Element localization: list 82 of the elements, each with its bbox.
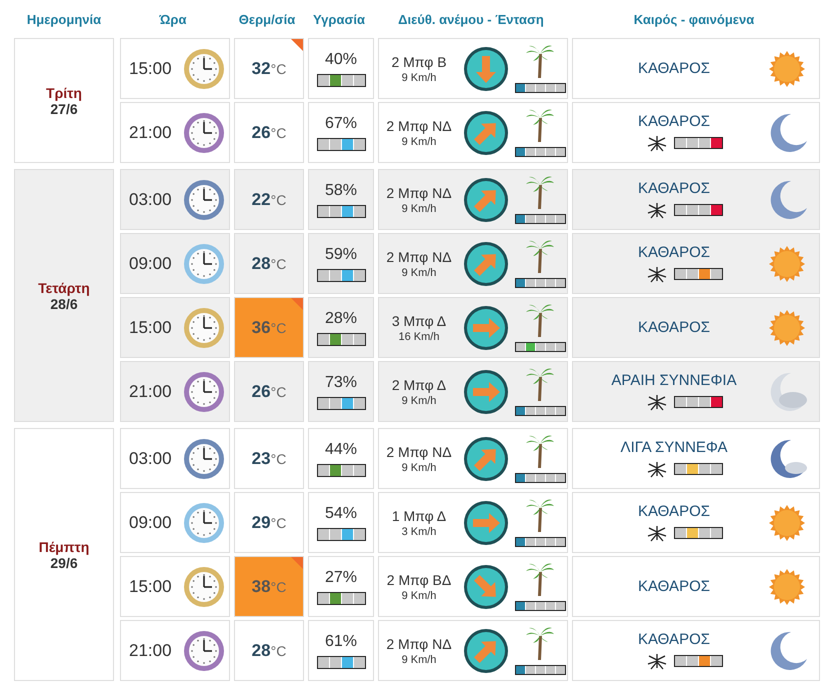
date-text: 29/6 [50,554,78,570]
time-text: 15:00 [129,58,172,78]
temperature-text: 29°C [252,512,286,532]
temperature-text: 26°C [252,122,286,142]
day-name: Τετάρτη [38,280,90,296]
weather-text: ΚΑΘΑΡΟΣ [638,631,710,648]
wind-force-text: 2 Μπφ ΝΔ [386,444,452,460]
weather-text: ΛΙΓΑ ΣΥΝΝΕΦΑ [620,439,728,456]
time-text: 09:00 [129,254,172,274]
wind-speed-text: 9 Km/h [402,72,436,84]
weather-text: ΚΑΘΑΡΟΣ [638,578,710,595]
time-text: 03:00 [129,448,172,468]
wind-force-text: 2 Μπφ ΝΔ [386,118,452,134]
time-text: 15:00 [129,318,172,338]
time-text: 15:00 [129,576,172,596]
palm-tree-icon [525,498,555,532]
wind-speed-text: 9 Km/h [402,136,436,148]
wind-force-text: 2 Μπφ ΝΔ [386,248,452,264]
humidity-text: 67% [324,114,358,132]
temperature-text: 28°C [252,254,286,274]
weather-text: ΚΑΘΑΡΟΣ [638,319,710,336]
day-name: Τρίτη [46,84,82,100]
day-name: Πέμπτη [38,538,90,554]
weather-text: ΚΑΘΑΡΟΣ [638,180,710,197]
palm-tree-icon [525,239,555,273]
date-text: 27/6 [50,100,78,116]
temperature-text: 26°C [252,382,286,402]
palm-tree-icon [525,44,555,78]
humidity-text: 44% [324,440,358,458]
weather-text: ΑΡΑΙΗ ΣΥΝΝΕΦΙΑ [611,372,737,389]
palm-tree-icon [525,367,555,401]
wind-force-text: 2 Μπφ Β [391,54,447,70]
wind-force-text: 2 Μπφ ΝΔ [386,636,452,652]
time-text: 09:00 [129,512,172,532]
wind-speed-text: 3 Km/h [402,526,436,538]
humidity-text: 28% [324,310,358,328]
palm-tree-icon [525,175,555,209]
column-header: Υγρασία [312,12,366,26]
humidity-text: 61% [324,632,358,650]
temperature-text: 22°C [252,190,286,210]
temperature-text: 32°C [252,58,286,78]
wind-force-text: 2 Μπφ ΒΔ [386,572,452,588]
date-text: 28/6 [50,296,78,312]
temperature-text: 28°C [252,640,286,660]
palm-tree-icon [525,303,555,337]
column-header: Διεύθ. ανέμου - Ένταση [397,12,545,26]
wind-speed-text: 9 Km/h [402,202,436,214]
column-header: Θερμ/σία [238,12,296,26]
humidity-text: 58% [324,182,358,200]
column-header: Καιρός - φαινόμενα [632,12,756,26]
time-text: 03:00 [129,190,172,210]
humidity-text: 59% [324,246,358,264]
humidity-text: 40% [324,50,358,68]
temperature-text: 36°C [252,318,286,338]
time-text: 21:00 [129,640,172,660]
wind-force-text: 1 Μπφ Δ [392,508,446,524]
weather-text: ΚΑΘΑΡΟΣ [638,113,710,130]
wind-speed-text: 16 Km/h [398,330,440,342]
wind-force-text: 2 Μπφ Δ [392,376,446,392]
humidity-text: 54% [324,504,358,522]
wind-speed-text: 9 Km/h [402,654,436,666]
humidity-text: 73% [324,374,358,392]
wind-force-text: 2 Μπφ ΝΔ [386,184,452,200]
time-text: 21:00 [129,122,172,142]
palm-tree-icon [525,562,555,596]
wind-speed-text: 9 Km/h [402,394,436,406]
weather-text: ΚΑΘΑΡΟΣ [638,244,710,261]
wind-speed-text: 9 Km/h [402,462,436,474]
weather-text: ΚΑΘΑΡΟΣ [638,503,710,520]
column-header: Ημερομηνία [26,12,102,26]
wind-force-text: 3 Μπφ Δ [392,312,446,328]
time-text: 21:00 [129,382,172,402]
column-header: Ώρα [158,12,188,26]
wind-speed-text: 9 Km/h [402,590,436,602]
humidity-text: 27% [324,568,358,586]
palm-tree-icon [525,108,555,142]
weather-text: ΚΑΘΑΡΟΣ [638,60,710,77]
temperature-text: 23°C [252,448,286,468]
wind-speed-text: 9 Km/h [402,266,436,278]
temperature-text: 38°C [252,576,286,596]
palm-tree-icon [525,626,555,660]
palm-tree-icon [525,434,555,468]
